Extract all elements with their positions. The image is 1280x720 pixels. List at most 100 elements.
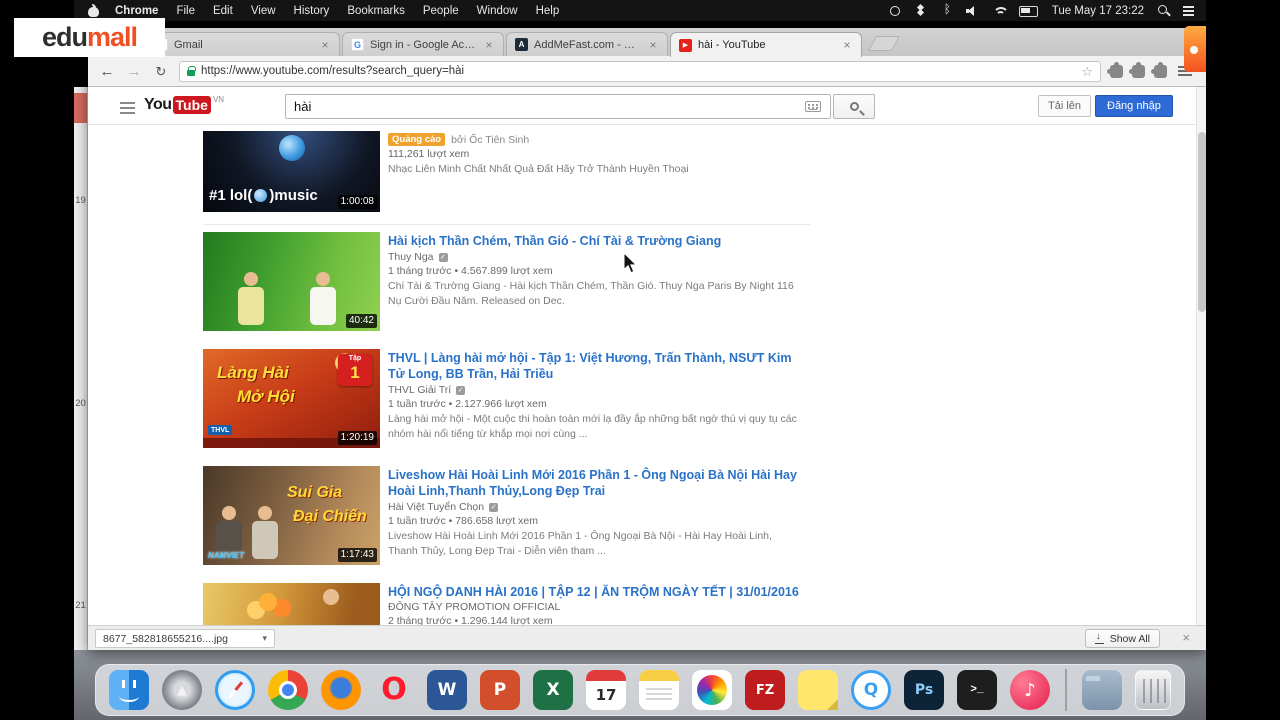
channel-name[interactable]: THVL Giải Trí bbox=[388, 384, 451, 396]
new-tab-button[interactable] bbox=[868, 36, 900, 51]
excel-dock-icon[interactable]: X bbox=[533, 670, 573, 710]
wifi-icon[interactable] bbox=[992, 4, 1009, 17]
tab-youtube-active[interactable]: hài - YouTube bbox=[670, 32, 862, 57]
youtube-search-button[interactable] bbox=[833, 94, 875, 119]
apple-menu-icon[interactable] bbox=[88, 3, 100, 18]
video-description: Nhạc Liên Minh Chất Nhất Quả Đất Hãy Trở… bbox=[388, 163, 689, 175]
video-title[interactable]: THVL | Làng hài mở hội - Tập 1: Việt Hươ… bbox=[388, 350, 798, 382]
channel-row: THVL Giải Trí bbox=[388, 384, 466, 396]
trash-dock-icon[interactable] bbox=[1135, 670, 1171, 710]
volume-icon[interactable] bbox=[965, 4, 980, 17]
terminal-dock-icon[interactable]: >_ bbox=[957, 670, 997, 710]
youtube-logo[interactable]: You Tube VN bbox=[144, 94, 225, 114]
powerpoint-dock-icon[interactable]: P bbox=[480, 670, 520, 710]
thumbnail-caption: #1 lol()music bbox=[209, 187, 318, 204]
youtube-search-input[interactable] bbox=[285, 94, 831, 119]
tab-addmefast[interactable]: AddMeFast.com - Please c bbox=[506, 32, 668, 56]
browser-toolbar: https://www.youtube.com/results?search_q… bbox=[88, 56, 1206, 87]
menu-people[interactable]: People bbox=[414, 5, 468, 17]
channel-name[interactable]: ĐÔNG TÂY PROMOTION OFFICIAL bbox=[388, 601, 560, 613]
reload-button[interactable] bbox=[152, 64, 170, 79]
tab-google-signin[interactable]: Sign in - Google Accounts bbox=[342, 32, 504, 56]
safari-dock-icon[interactable] bbox=[215, 670, 255, 710]
close-download-bar-icon[interactable] bbox=[1182, 630, 1190, 645]
video-thumbnail[interactable]: Sui Gia Đại Chiến NAMVIET 1:17:43 bbox=[203, 466, 380, 565]
menu-bookmarks[interactable]: Bookmarks bbox=[338, 5, 414, 17]
battery-icon[interactable] bbox=[1018, 4, 1040, 17]
menu-clock[interactable]: Tue May 17 23:22 bbox=[1052, 5, 1144, 17]
menu-view[interactable]: View bbox=[242, 5, 285, 17]
opera-dock-icon[interactable]: O bbox=[374, 670, 414, 710]
photos-dock-icon[interactable] bbox=[692, 670, 732, 710]
chrome-dock-icon[interactable] bbox=[268, 670, 308, 710]
background-window-fragment-orange bbox=[1184, 26, 1206, 72]
calendar-dock-icon[interactable]: 17 bbox=[586, 670, 626, 710]
word-dock-icon[interactable]: W bbox=[427, 670, 467, 710]
verified-badge-icon bbox=[489, 502, 499, 512]
ad-line: Quảng cáo bởi Ốc Tiên Sinh bbox=[388, 133, 529, 146]
downloads-dock-icon[interactable] bbox=[1082, 670, 1122, 710]
video-thumbnail[interactable]: 40:42 bbox=[203, 232, 380, 331]
menu-history[interactable]: History bbox=[285, 5, 339, 17]
forward-button[interactable] bbox=[125, 64, 143, 79]
tab-gmail[interactable]: Gmail bbox=[146, 32, 340, 56]
address-bar[interactable]: https://www.youtube.com/results?search_q… bbox=[179, 60, 1101, 82]
search-icon bbox=[849, 102, 859, 111]
photoshop-dock-icon[interactable]: Ps bbox=[904, 670, 944, 710]
tab-close-icon[interactable] bbox=[647, 39, 659, 51]
video-thumbnail[interactable]: Làng Hài Mở Hội Tập 1 THVL 1:20:19 bbox=[203, 349, 380, 448]
extension-icon-3[interactable] bbox=[1151, 61, 1167, 78]
launchpad-dock-icon[interactable]: ▲ bbox=[162, 670, 202, 710]
url-text[interactable]: https://www.youtube.com/results?search_q… bbox=[201, 65, 1075, 77]
scrollbar-thumb[interactable] bbox=[1198, 132, 1206, 312]
youtube-logo-you: You bbox=[144, 96, 172, 113]
quicktime-dock-icon[interactable]: Q bbox=[851, 670, 891, 710]
filezilla-dock-icon[interactable]: FZ bbox=[745, 670, 785, 710]
menu-edit[interactable]: Edit bbox=[204, 5, 242, 17]
firefox-dock-icon[interactable] bbox=[321, 670, 361, 710]
notes-dock-icon[interactable] bbox=[639, 670, 679, 710]
tab-close-icon[interactable] bbox=[483, 39, 495, 51]
page-scrollbar[interactable] bbox=[1196, 87, 1206, 625]
download-icon bbox=[1094, 631, 1104, 644]
download-item[interactable]: 8677_582818655216....jpg bbox=[95, 629, 275, 648]
bookmark-star-icon[interactable] bbox=[1081, 65, 1093, 78]
notification-icon[interactable] bbox=[1182, 4, 1196, 17]
channel-row: ĐÔNG TÂY PROMOTION OFFICIAL bbox=[388, 601, 560, 613]
video-title[interactable]: Liveshow Hài Hoài Linh Mới 2016 Phần 1 -… bbox=[388, 467, 798, 499]
channel-name[interactable]: Hài Việt Tuyển Chọn bbox=[388, 501, 484, 513]
back-button[interactable] bbox=[98, 64, 116, 79]
chevron-down-icon[interactable] bbox=[262, 633, 267, 644]
bluetooth-icon[interactable] bbox=[940, 3, 954, 17]
itunes-dock-glyph: ♪ bbox=[1024, 679, 1036, 701]
menu-chrome[interactable]: Chrome bbox=[106, 5, 167, 17]
menu-help[interactable]: Help bbox=[527, 5, 569, 17]
tab-close-icon[interactable] bbox=[841, 39, 853, 51]
extension-icon-1[interactable] bbox=[1107, 61, 1123, 78]
dropbox-icon[interactable] bbox=[914, 4, 928, 17]
upload-button[interactable]: Tải lên bbox=[1038, 95, 1092, 117]
menu-file[interactable]: File bbox=[167, 5, 204, 17]
download-bar: 8677_582818655216....jpg Show All bbox=[88, 625, 1206, 650]
video-title[interactable]: HỘI NGỘ DANH HÀI 2016 | TẬP 12 | ĂN TRỘM… bbox=[388, 584, 799, 600]
video-thumbnail[interactable] bbox=[203, 583, 380, 625]
keyboard-icon[interactable] bbox=[805, 101, 821, 112]
show-all-downloads-button[interactable]: Show All bbox=[1084, 629, 1160, 648]
itunes-dock-icon[interactable]: ♪ bbox=[1010, 670, 1050, 710]
youtube-hamburger-icon[interactable] bbox=[120, 102, 135, 104]
video-thumbnail[interactable]: #1 lol()music 1:00:08 bbox=[203, 131, 380, 212]
edumall-logo: edu mall bbox=[14, 18, 165, 57]
circle-icon[interactable] bbox=[888, 4, 902, 17]
signin-button[interactable]: Đăng nhập bbox=[1095, 95, 1173, 117]
spotlight-icon[interactable] bbox=[1156, 4, 1170, 17]
stickies-dock-icon[interactable] bbox=[798, 670, 838, 710]
extension-icon-2[interactable] bbox=[1129, 61, 1145, 78]
secure-lock-icon[interactable] bbox=[187, 65, 196, 76]
finder-dock-icon[interactable] bbox=[109, 670, 149, 710]
video-title[interactable]: Hài kịch Thần Chém, Thần Gió - Chí Tài &… bbox=[388, 233, 798, 249]
youtube-favicon bbox=[679, 38, 692, 52]
channel-name[interactable]: Thuy Nga bbox=[388, 251, 434, 263]
youtube-region-label: VN bbox=[212, 94, 225, 104]
tab-close-icon[interactable] bbox=[319, 39, 331, 51]
menu-window[interactable]: Window bbox=[468, 5, 527, 17]
